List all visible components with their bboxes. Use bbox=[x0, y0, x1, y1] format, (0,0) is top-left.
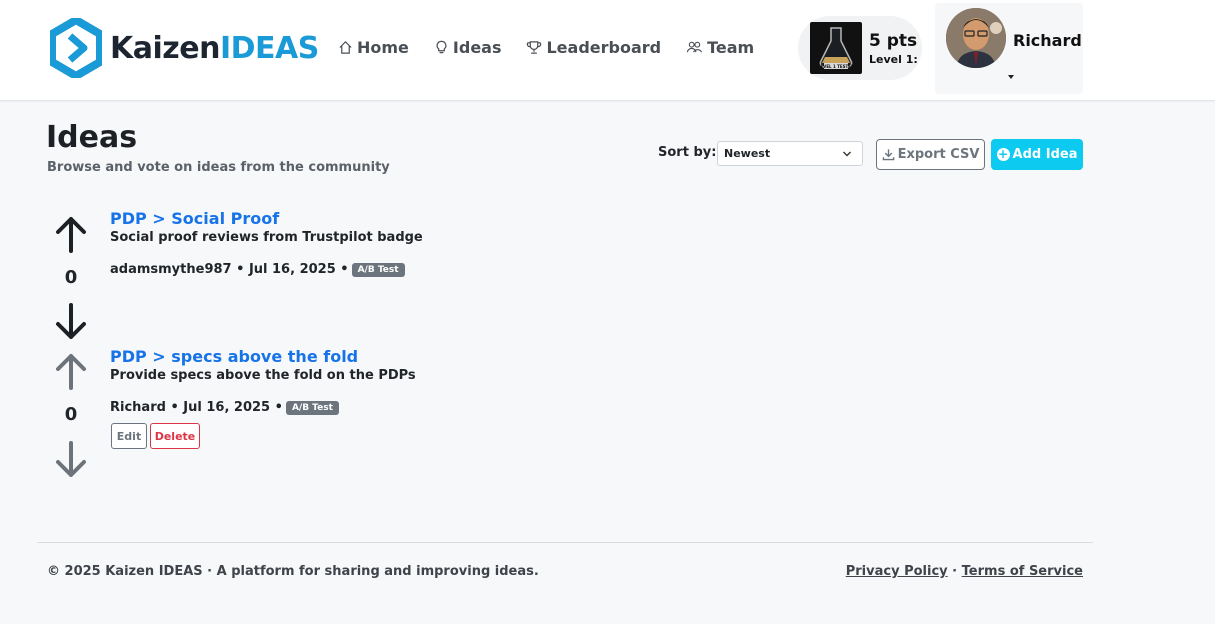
idea-description: Social proof reviews from Trustpilot bad… bbox=[110, 230, 423, 245]
nav-leaderboard[interactable]: Leaderboard bbox=[526, 38, 661, 57]
add-idea-button[interactable]: + Add Idea bbox=[991, 139, 1083, 170]
badge-caption: LEVEL 1 TESTER bbox=[818, 64, 854, 69]
idea-tag-badge: A/B Test bbox=[285, 400, 339, 415]
brand-logo[interactable]: Kaizen IDEAS bbox=[50, 18, 319, 78]
sort-select[interactable]: Newest bbox=[717, 141, 863, 166]
idea-description: Provide specs above the fold on the PDPs bbox=[110, 368, 416, 383]
upvote-arrow-icon[interactable] bbox=[53, 214, 89, 254]
plus-circle-icon: + bbox=[996, 147, 1010, 161]
points-level: Level 1: bbox=[869, 52, 918, 66]
footer-divider bbox=[37, 542, 1093, 543]
downvote-arrow-icon[interactable] bbox=[53, 440, 89, 480]
caret-down-icon bbox=[1008, 75, 1014, 79]
idea-meta: adamsmythe987 • Jul 16, 2025 • A/B Test bbox=[110, 262, 405, 277]
export-csv-label: Export CSV bbox=[897, 147, 980, 162]
terms-of-service-link[interactable]: Terms of Service bbox=[962, 564, 1083, 579]
footer-copyright: © 2025 Kaizen IDEAS · A platform for sha… bbox=[47, 564, 539, 579]
home-icon bbox=[339, 41, 352, 54]
idea-tag-badge: A/B Test bbox=[351, 262, 405, 277]
edit-button[interactable]: Edit bbox=[111, 423, 147, 449]
idea-title-link[interactable]: PDP > specs above the fold bbox=[110, 347, 358, 366]
footer-links: Privacy Policy · Terms of Service bbox=[846, 564, 1083, 579]
brand-name: Kaizen IDEAS bbox=[110, 31, 319, 66]
nav-ideas-label: Ideas bbox=[452, 38, 502, 57]
upvote-arrow-icon[interactable] bbox=[53, 351, 89, 391]
page-title: Ideas bbox=[46, 120, 138, 155]
footer-separator: · bbox=[952, 564, 958, 579]
trophy-icon bbox=[527, 41, 542, 54]
page-subtitle: Browse and vote on ideas from the commun… bbox=[47, 160, 390, 175]
brand-name-part2: IDEAS bbox=[219, 30, 319, 66]
nav-home-label: Home bbox=[357, 38, 409, 57]
vote-count: 0 bbox=[64, 404, 78, 425]
user-name: Richard bbox=[1013, 31, 1082, 50]
download-icon bbox=[882, 149, 894, 161]
delete-button[interactable]: Delete bbox=[150, 423, 200, 449]
points-widget[interactable]: LEVEL 1 TESTER 5 pts Level 1: bbox=[798, 16, 922, 80]
nav-leaderboard-label: Leaderboard bbox=[546, 38, 662, 57]
idea-meta-text: adamsmythe987 • Jul 16, 2025 • bbox=[110, 262, 349, 277]
idea-meta-text: Richard • Jul 16, 2025 • bbox=[110, 400, 283, 415]
avatar bbox=[946, 8, 1006, 68]
vote-count: 0 bbox=[64, 267, 78, 288]
points-text: 5 pts Level 1: bbox=[869, 31, 918, 66]
chevron-down-icon bbox=[843, 151, 851, 157]
flask-badge-icon: LEVEL 1 TESTER bbox=[818, 27, 854, 69]
nav-team[interactable]: Team bbox=[686, 38, 754, 57]
nav-home[interactable]: Home bbox=[338, 38, 409, 57]
people-icon bbox=[687, 41, 703, 53]
lightbulb-icon bbox=[436, 40, 447, 54]
privacy-policy-link[interactable]: Privacy Policy bbox=[846, 564, 948, 579]
idea-title-link[interactable]: PDP > Social Proof bbox=[110, 209, 279, 228]
downvote-arrow-icon[interactable] bbox=[53, 302, 89, 342]
nav-team-label: Team bbox=[707, 38, 755, 57]
sort-label: Sort by: bbox=[658, 145, 717, 160]
kaizen-logo-icon bbox=[50, 18, 102, 78]
nav-ideas[interactable]: Ideas bbox=[434, 38, 502, 57]
sort-selected-value: Newest bbox=[724, 147, 771, 160]
user-photo-icon bbox=[946, 8, 1006, 68]
export-csv-button[interactable]: Export CSV bbox=[876, 139, 985, 170]
points-value: 5 pts bbox=[869, 30, 918, 51]
main-nav: Home Ideas Leaderboard Team bbox=[338, 38, 779, 57]
level-badge-image: LEVEL 1 TESTER bbox=[810, 22, 862, 74]
add-idea-label: Add Idea bbox=[1012, 147, 1078, 162]
idea-meta: Richard • Jul 16, 2025 • A/B Test bbox=[110, 400, 339, 415]
brand-name-part1: Kaizen bbox=[110, 30, 220, 66]
user-menu[interactable]: Richard bbox=[935, 3, 1083, 94]
top-navbar: Kaizen IDEAS Home Ideas Leaderboard Team … bbox=[0, 0, 1215, 101]
